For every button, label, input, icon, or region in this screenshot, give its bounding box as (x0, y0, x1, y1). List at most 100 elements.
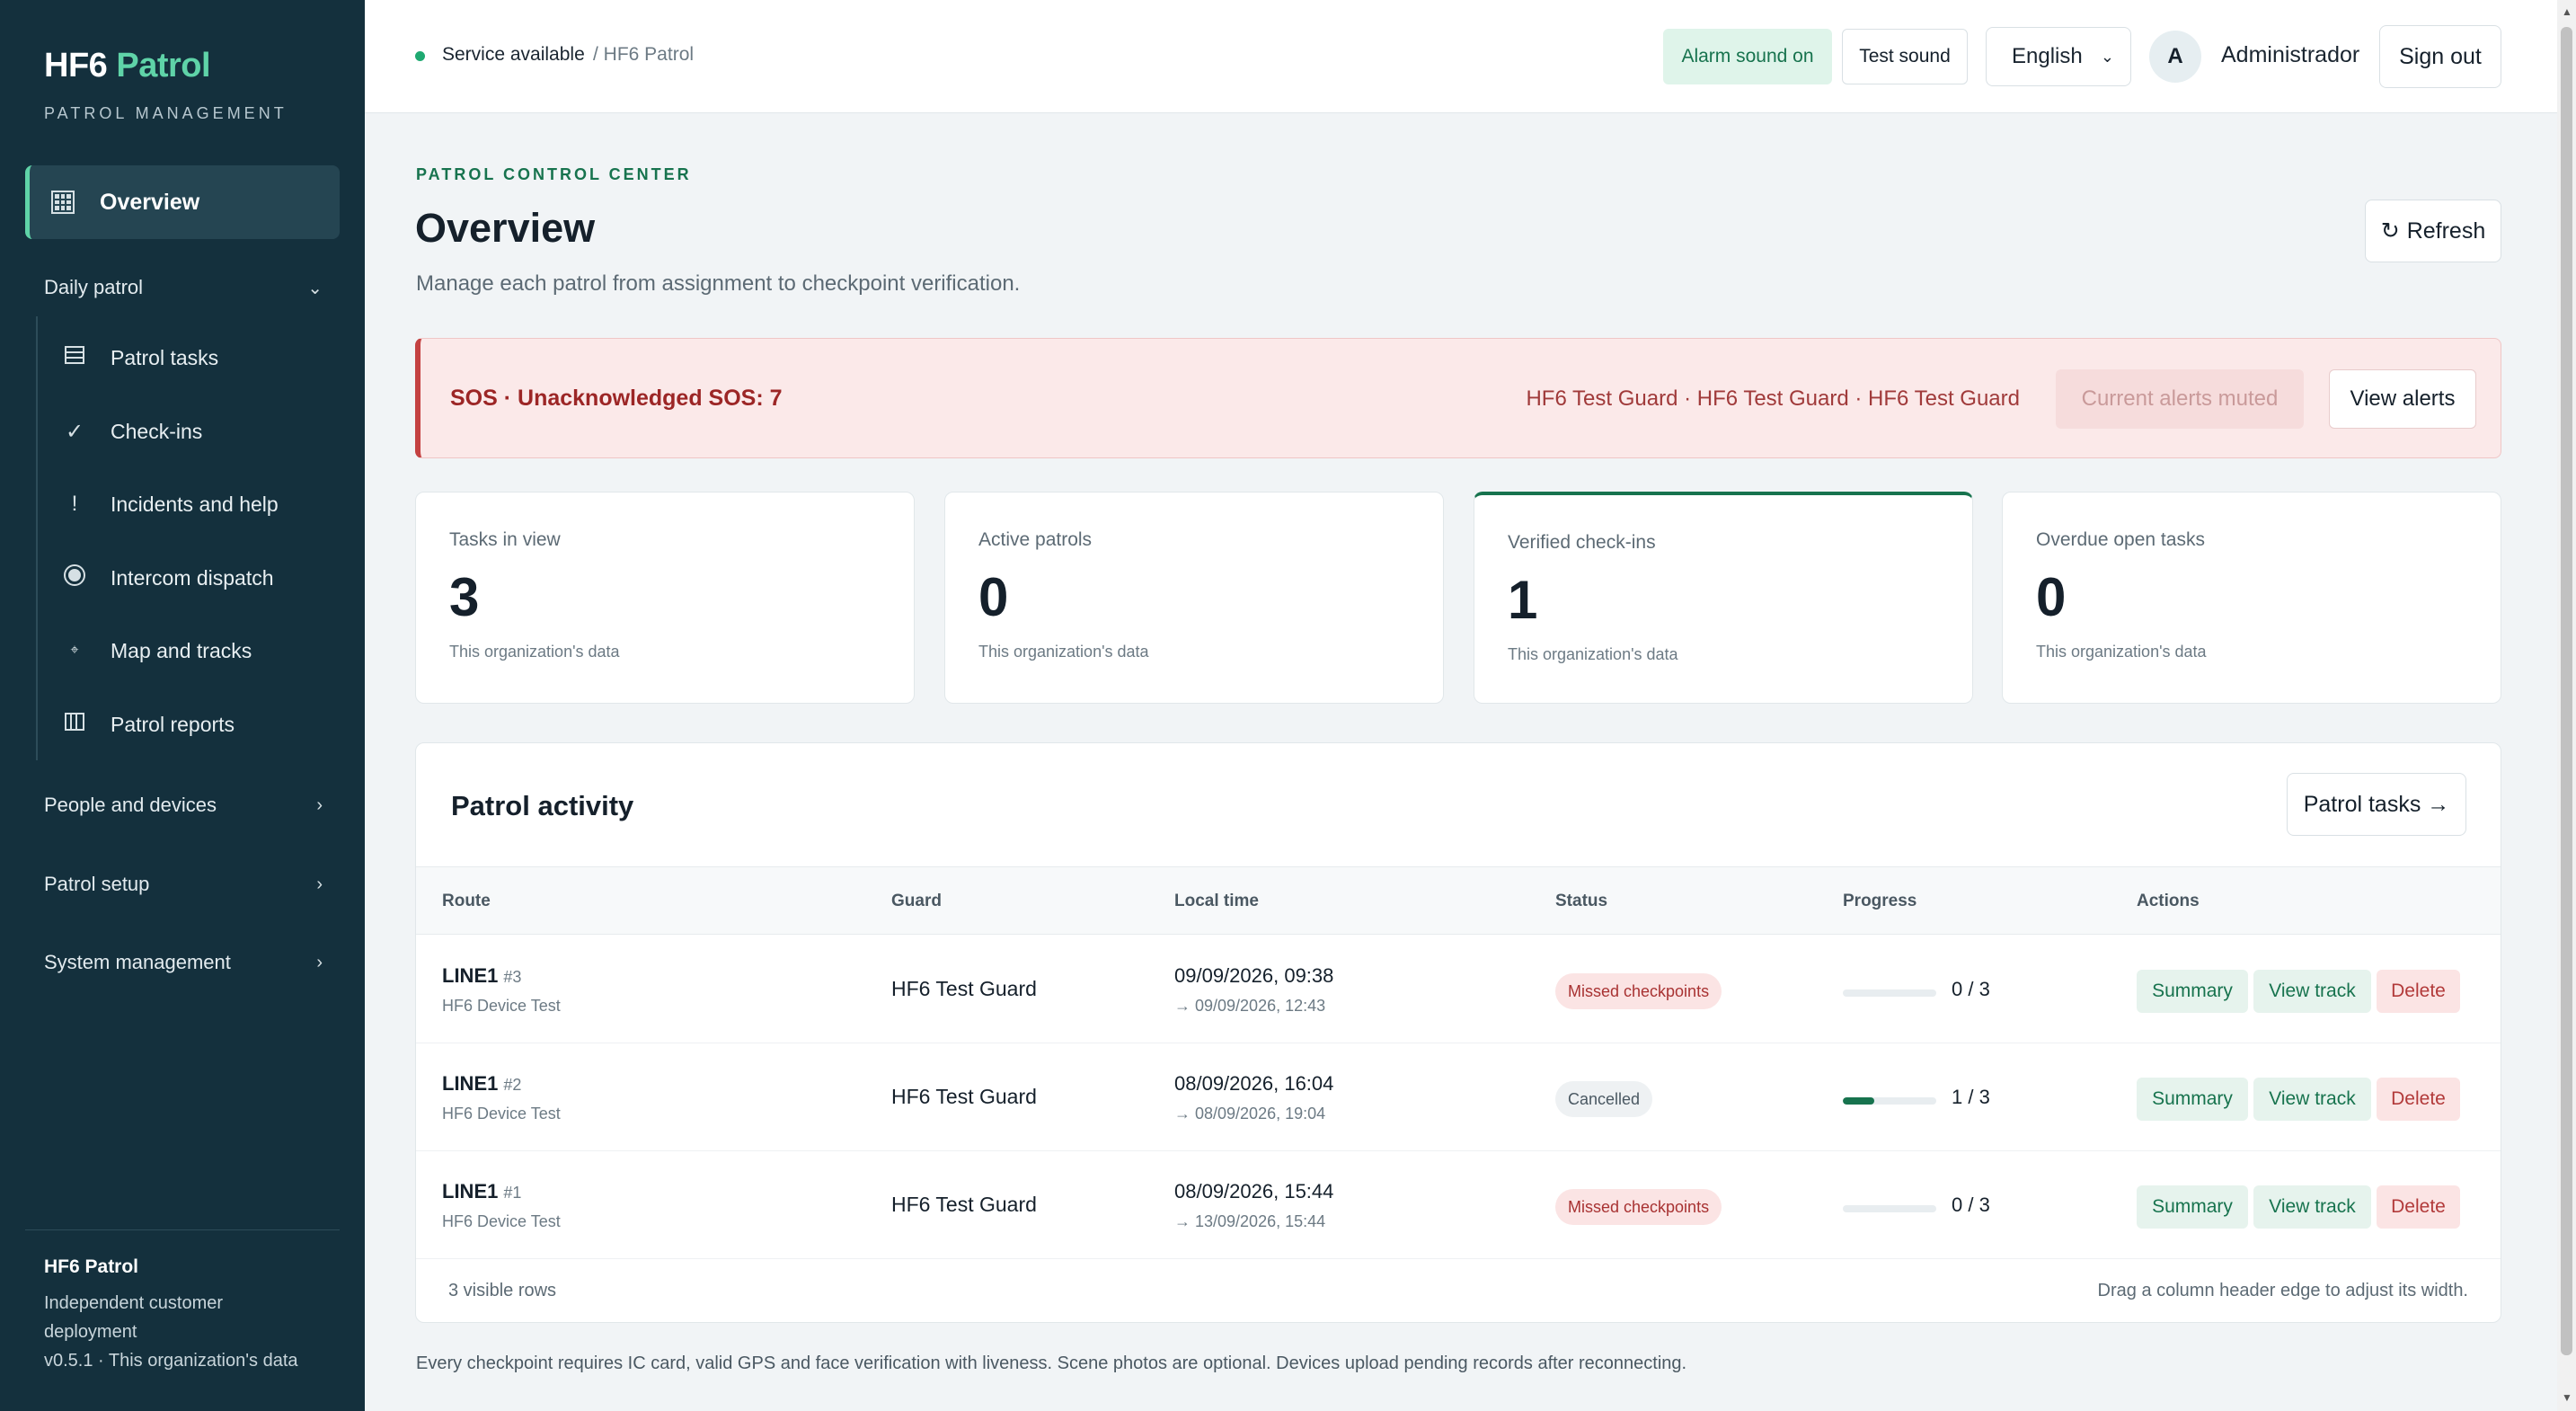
guard-name: HF6 Test Guard (891, 1193, 1037, 1216)
view-track-button[interactable]: View track (2253, 1185, 2371, 1229)
sidebar-item-overview[interactable]: Overview (25, 165, 340, 239)
stat-label: Tasks in view (449, 529, 561, 550)
table-row[interactable]: LINE1 #1 HF6 Device Test HF6 Test Guard 0… (416, 1151, 2501, 1259)
device-name: HF6 Device Test (442, 1212, 561, 1230)
column-header-actions[interactable]: Actions (2137, 892, 2200, 911)
sidebar-group-setup[interactable]: Patrol setup › (44, 866, 323, 902)
sidebar-item-label: Patrol tasks (111, 345, 219, 369)
test-sound-button[interactable]: Test sound (1842, 29, 1968, 84)
sidebar-item-reports[interactable]: Patrol reports (36, 697, 332, 751)
stat-card-overdue: Overdue open tasks 0 This organization's… (2002, 492, 2501, 704)
status-badge: Missed checkpoints (1555, 973, 1722, 1009)
sidebar-item-label: Overview (100, 189, 200, 215)
topbar: Service available / HF6 Patrol Alarm sou… (365, 0, 2557, 113)
report-icon (61, 711, 88, 739)
grid-icon (51, 191, 75, 214)
chevron-down-icon: ⌄ (2100, 47, 2114, 66)
sidebar: HF6 Patrol PATROL MANAGEMENT Overview Da… (0, 0, 365, 1411)
stat-foot: This organization's data (449, 643, 620, 661)
route-number: #1 (503, 1184, 522, 1202)
alarm-sound-button[interactable]: Alarm sound on (1663, 29, 1832, 84)
end-time: → 09/09/2026, 12:43 (1174, 997, 1326, 1015)
view-track-button[interactable]: View track (2253, 970, 2371, 1013)
panel-title: Patrol activity (451, 790, 634, 821)
route-name: LINE1 (442, 1180, 499, 1202)
progress-bar (1843, 1205, 1936, 1212)
service-status: Service available (442, 44, 585, 65)
table-header: Route Guard Local time Status Progress A… (416, 866, 2501, 935)
chevron-right-icon: › (316, 874, 323, 894)
scroll-up-icon[interactable]: ▲ (2562, 5, 2572, 18)
sos-guards: HF6 Test Guard · HF6 Test Guard · HF6 Te… (1526, 386, 2020, 411)
stat-value: 0 (978, 567, 1009, 627)
sidebar-item-incidents[interactable]: ! Incidents and help (36, 477, 332, 531)
refresh-icon: ↻ (2380, 218, 2400, 244)
column-header-route[interactable]: Route (442, 892, 491, 911)
chevron-right-icon: › (316, 952, 323, 972)
sidebar-item-label: Incidents and help (111, 492, 279, 516)
summary-button[interactable]: Summary (2137, 1185, 2248, 1229)
stat-value: 3 (449, 567, 480, 627)
sidebar-group-people[interactable]: People and devices › (44, 787, 323, 823)
patrol-tasks-link[interactable]: Patrol tasks → (2287, 773, 2466, 836)
column-header-time[interactable]: Local time (1174, 892, 1259, 911)
view-alerts-button[interactable]: View alerts (2329, 369, 2476, 429)
stat-card-tasks: Tasks in view 3 This organization's data (415, 492, 915, 704)
route-name: LINE1 (442, 964, 499, 987)
stat-card-verified: Verified check-ins 1 This organization's… (1474, 492, 1973, 704)
table-row[interactable]: LINE1 #2 HF6 Device Test HF6 Test Guard 0… (416, 1043, 2501, 1151)
sidebar-item-check-ins[interactable]: ✓ Check-ins (36, 404, 332, 458)
device-name: HF6 Device Test (442, 1105, 561, 1123)
sidebar-item-patrol-tasks[interactable]: Patrol tasks (36, 331, 332, 385)
table-row[interactable]: LINE1 #3 HF6 Device Test HF6 Test Guard 0… (416, 936, 2501, 1043)
column-header-guard[interactable]: Guard (891, 892, 942, 911)
user-name: Administrador (2221, 42, 2360, 67)
scrollbar-thumb[interactable] (2561, 27, 2572, 1355)
route-cell: LINE1 #3 (442, 964, 521, 988)
language-select[interactable]: English ⌄ (1986, 27, 2131, 86)
progress-text: 1 / 3 (1952, 1086, 1990, 1108)
footer-text: Independent customer deployment v0.5.1 ·… (44, 1289, 314, 1375)
brand-logo[interactable]: HF6 Patrol (44, 47, 211, 85)
stat-value: 1 (1508, 570, 1538, 630)
stat-label: Active patrols (978, 529, 1093, 550)
sidebar-item-map[interactable]: ⌖ Map and tracks (36, 624, 332, 678)
status-badge: Missed checkpoints (1555, 1189, 1722, 1225)
breadcrumb[interactable]: / HF6 Patrol (593, 44, 694, 66)
sos-alert-banner: SOS · Unacknowledged SOS: 7 HF6 Test Gua… (415, 338, 2501, 458)
sidebar-item-label: Patrol reports (111, 712, 235, 736)
stat-foot: This organization's data (978, 643, 1149, 661)
column-header-status[interactable]: Status (1555, 892, 1607, 911)
avatar[interactable]: A (2149, 31, 2201, 83)
brand-main: HF6 (44, 47, 108, 84)
route-number: #2 (503, 1076, 522, 1094)
route-cell: LINE1 #1 (442, 1180, 521, 1203)
column-header-progress[interactable]: Progress (1843, 892, 1917, 911)
summary-button[interactable]: Summary (2137, 970, 2248, 1013)
sign-out-button[interactable]: Sign out (2379, 25, 2501, 88)
group-label: People and devices (44, 794, 217, 816)
end-time: → 08/09/2026, 19:04 (1174, 1105, 1326, 1123)
refresh-button[interactable]: ↻ Refresh (2365, 200, 2501, 262)
alerts-muted-button[interactable]: Current alerts muted (2056, 369, 2304, 429)
group-label: System management (44, 951, 231, 973)
column-resize-hint: Drag a column header edge to adjust its … (2097, 1281, 2468, 1300)
status-dot-icon (415, 51, 425, 61)
guard-name: HF6 Test Guard (891, 977, 1037, 1000)
scroll-down-icon[interactable]: ▼ (2562, 1391, 2572, 1404)
delete-button[interactable]: Delete (2377, 1078, 2460, 1121)
sidebar-item-intercom[interactable]: Intercom dispatch (36, 551, 332, 605)
group-label: Patrol setup (44, 873, 150, 895)
location-icon: ⌖ (70, 643, 79, 658)
delete-button[interactable]: Delete (2377, 1185, 2460, 1229)
sidebar-group-system[interactable]: System management › (44, 945, 323, 981)
stat-label: Verified check-ins (1508, 532, 1656, 553)
progress-bar (1843, 989, 1936, 997)
view-track-button[interactable]: View track (2253, 1078, 2371, 1121)
delete-button[interactable]: Delete (2377, 970, 2460, 1013)
summary-button[interactable]: Summary (2137, 1078, 2248, 1121)
sidebar-group-daily-patrol[interactable]: Daily patrol ⌄ (44, 270, 323, 306)
start-time: 08/09/2026, 16:04 (1174, 1072, 1334, 1095)
stat-card-active: Active patrols 0 This organization's dat… (944, 492, 1444, 704)
start-time: 09/09/2026, 09:38 (1174, 964, 1334, 987)
